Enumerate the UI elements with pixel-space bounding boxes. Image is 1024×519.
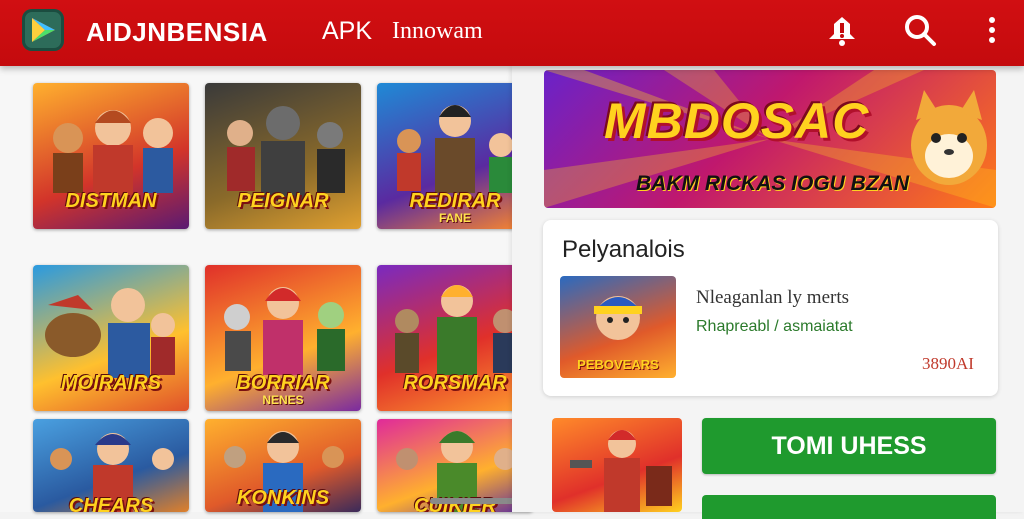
thumbnail-label: PEBOVEARS (577, 357, 659, 372)
secondary-button[interactable] (702, 495, 996, 519)
featured-banner[interactable]: MBDOSAC BAKM RICKAS IOGU BZAN (544, 70, 996, 208)
game-art (570, 430, 672, 512)
tile-title: MOIRAIRS (61, 372, 161, 394)
tile-title: DISTMAN (65, 190, 157, 212)
mascot-icon (911, 90, 987, 185)
game-tile[interactable]: KONKINS (205, 419, 361, 512)
game-tile[interactable]: MOIRAIRS (33, 265, 189, 411)
notification-icon (829, 17, 855, 46)
app-description: Nleaganlan ly merts (696, 287, 850, 308)
app-thumbnail[interactable]: PEBOVEARS (560, 276, 676, 378)
game-tile[interactable]: PEIGNAR (205, 83, 361, 229)
notification-button[interactable] (824, 12, 860, 48)
game-tile[interactable]: RORSMAR (377, 265, 533, 411)
banner-title: MBDOSAC (604, 93, 870, 149)
tile-title: REDIRAR (409, 190, 501, 212)
screenshot-thumbnail[interactable] (552, 418, 682, 512)
game-tile[interactable]: CHEARS (33, 419, 189, 512)
tagline: Innowam (392, 18, 483, 44)
more-options-button[interactable] (974, 12, 1010, 48)
tile-title: RORSMAR (403, 372, 507, 394)
game-tile[interactable]: REDIRAR FANE (377, 83, 533, 229)
tile-subtitle: FANE (438, 211, 471, 225)
game-tile[interactable]: BORRIAR NENES (205, 265, 361, 411)
banner-subtitle: BAKM RICKAS IOGU BZAN (636, 172, 909, 195)
apk-label: APK (322, 17, 373, 45)
install-button[interactable]: TOMI UHESS (702, 418, 996, 474)
brand-title: AIDJNBENSIA (86, 17, 268, 47)
card-title: Pelyanalois (562, 236, 685, 263)
game-tile[interactable]: DISTMAN (33, 83, 189, 229)
app-logo-icon[interactable] (22, 9, 64, 51)
app-category[interactable]: Rhapreabl / asmaiatat (696, 318, 853, 336)
app-price: 3890AI (922, 354, 974, 373)
tile-title: PEIGNAR (237, 190, 329, 212)
tile-title: BORRIAR (236, 372, 330, 394)
more-vert-icon (989, 17, 995, 43)
search-button[interactable] (902, 12, 938, 48)
tile-title: CHEARS (68, 495, 154, 512)
top-app-bar: AIDJNBENSIA APK Innowam (0, 0, 1024, 66)
tile-title: KONKINS (236, 487, 330, 509)
search-icon (905, 15, 936, 46)
tile-subtitle: NENES (262, 393, 304, 407)
